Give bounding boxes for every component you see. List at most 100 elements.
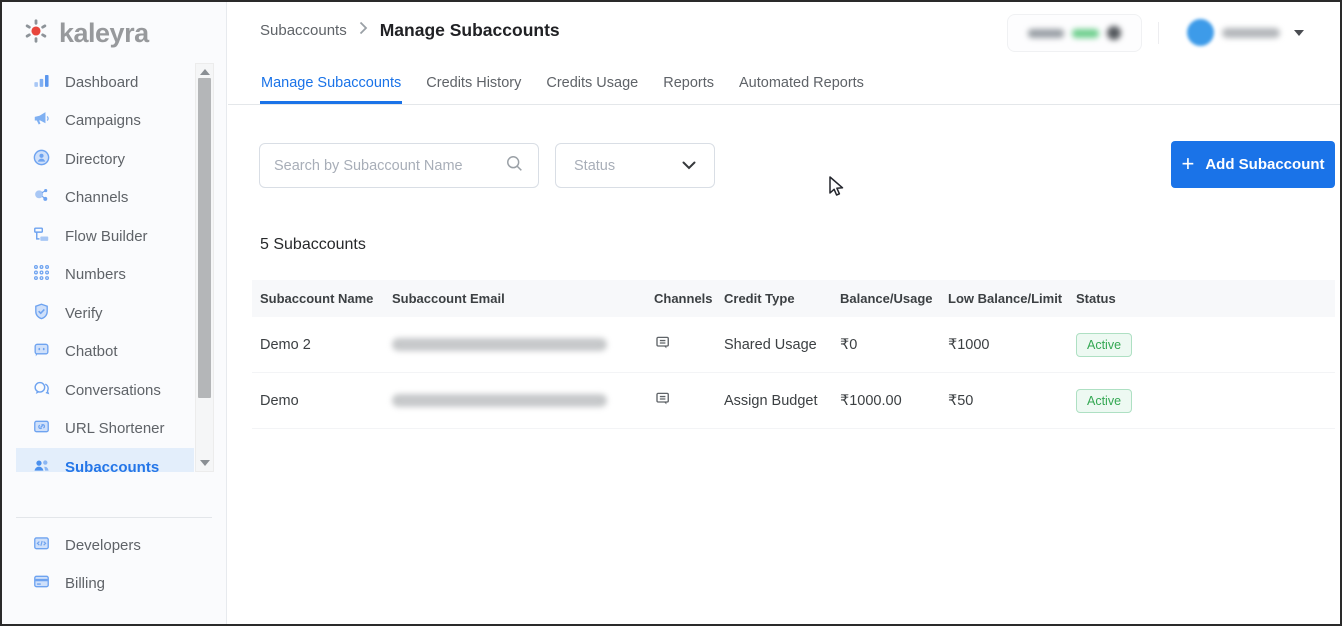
sidebar-item-conversations[interactable]: Conversations (2, 371, 227, 410)
channels-nodes-icon (32, 186, 51, 209)
breadcrumb-parent[interactable]: Subaccounts (260, 22, 347, 39)
table-row[interactable]: Demo 2 Shared Usage ₹0 ₹1000 Active (252, 317, 1335, 373)
shield-check-icon (32, 302, 51, 325)
balance-usage-cell: ₹1000.00 (840, 392, 902, 409)
kaleyra-logo-icon (22, 17, 50, 50)
chevron-down-icon (682, 157, 696, 175)
tab-automated-reports[interactable]: Automated Reports (738, 67, 865, 104)
sidebar: kaleyra Dashboard Campaigns Directory Ch… (2, 2, 227, 624)
column-header: Low Balance/Limit (948, 291, 1063, 306)
person-circle-icon (32, 148, 51, 171)
search-input[interactable] (274, 157, 497, 174)
code-icon (32, 534, 51, 557)
sidebar-item-label: Dashboard (65, 73, 139, 91)
search-input-wrapper[interactable] (259, 143, 539, 188)
column-header: Subaccount Email (392, 291, 505, 306)
message-square-icon[interactable] (654, 334, 672, 356)
sidebar-item-label: Billing (65, 575, 106, 593)
sidebar-item-label: Verify (65, 304, 103, 322)
account-separator (1158, 22, 1159, 44)
column-header: Balance/Usage (840, 291, 933, 306)
chevron-down-icon[interactable] (1294, 30, 1304, 36)
chat-bubbles-icon (32, 379, 51, 402)
redacted-info-icon (1107, 26, 1121, 40)
tab-credits-usage[interactable]: Credits Usage (545, 67, 639, 104)
sidebar-item-label: Numbers (65, 266, 126, 284)
usage-pill-content (1028, 26, 1121, 40)
brand-logo: kaleyra (2, 2, 226, 50)
sidebar-item-label: Directory (65, 150, 126, 168)
sidebar-item-flow-builder[interactable]: Flow Builder (2, 217, 227, 256)
sidebar-item-verify[interactable]: Verify (2, 294, 227, 333)
sidebar-item-subaccounts[interactable]: Subaccounts (16, 448, 194, 472)
megaphone-icon (32, 109, 51, 132)
subaccount-name-cell: Demo (260, 392, 299, 409)
sidebar-item-label: URL Shortener (65, 420, 165, 438)
column-header: Credit Type (724, 291, 795, 306)
redacted-email (392, 338, 607, 351)
avatar[interactable] (1187, 19, 1214, 46)
sidebar-item-dashboard[interactable]: Dashboard (2, 63, 227, 102)
table-row[interactable]: Demo Assign Budget ₹1000.00 ₹50 Active (252, 373, 1335, 429)
subaccount-count: 5 Subaccounts (260, 236, 366, 253)
sidebar-item-label: Conversations (65, 381, 161, 399)
subaccount-name-cell: Demo 2 (260, 336, 311, 353)
mouse-cursor (828, 176, 847, 204)
subaccounts-table: Subaccount Name Subaccount Email Channel… (252, 280, 1335, 429)
sidebar-scrollbar[interactable] (195, 63, 214, 472)
scrollbar-thumb[interactable] (198, 78, 211, 398)
balance-usage-cell: ₹0 (840, 336, 858, 353)
message-square-icon[interactable] (654, 390, 672, 412)
sidebar-item-campaigns[interactable]: Campaigns (2, 102, 227, 141)
app-window: kaleyra Dashboard Campaigns Directory Ch… (0, 0, 1342, 626)
status-badge: Active (1076, 388, 1133, 413)
sidebar-item-directory[interactable]: Directory (2, 140, 227, 179)
sidebar-item-billing[interactable]: Billing (2, 565, 195, 604)
status-badge: Active (1076, 332, 1133, 357)
sidebar-item-label: Flow Builder (65, 227, 148, 245)
add-subaccount-label: Add Subaccount (1205, 156, 1325, 173)
sidebar-item-label: Developers (65, 536, 141, 554)
people-icon (32, 456, 51, 472)
sidebar-item-numbers[interactable]: Numbers (2, 256, 227, 295)
scroll-down-arrow[interactable] (200, 460, 210, 466)
dots-grid-icon (32, 263, 51, 286)
bar-chart-icon (32, 71, 51, 94)
chatbot-icon (32, 340, 51, 363)
table-header-row: Subaccount Name Subaccount Email Channel… (252, 280, 1335, 317)
tab-credits-history[interactable]: Credits History (425, 67, 522, 104)
column-header: Subaccount Name (260, 291, 374, 306)
flow-builder-icon (32, 225, 51, 248)
breadcrumb: Subaccounts Manage Subaccounts (260, 20, 560, 41)
low-balance-cell: ₹1000 (948, 336, 990, 353)
status-filter-select[interactable]: Status (555, 143, 715, 188)
usage-pill-redacted[interactable] (1007, 14, 1142, 52)
tab-bar: Manage Subaccounts Credits History Credi… (260, 67, 865, 104)
sidebar-item-chatbot[interactable]: Chatbot (2, 333, 227, 372)
sidebar-item-label: Campaigns (65, 112, 141, 130)
sidebar-nav: Dashboard Campaigns Directory Channels F… (2, 63, 227, 472)
add-subaccount-button[interactable]: + Add Subaccount (1171, 141, 1335, 188)
sidebar-divider (16, 517, 212, 518)
redacted-usage-value (1072, 28, 1099, 38)
plus-icon: + (1181, 150, 1195, 176)
credit-type-cell: Shared Usage (724, 336, 817, 353)
sidebar-item-url-shortener[interactable]: URL Shortener (2, 410, 227, 449)
sidebar-item-channels[interactable]: Channels (2, 179, 227, 218)
chevron-right-icon (359, 21, 368, 40)
scroll-up-arrow[interactable] (200, 69, 210, 75)
page-title: Manage Subaccounts (379, 20, 560, 40)
link-card-icon (32, 417, 51, 440)
sidebar-item-label: Subaccounts (65, 458, 160, 472)
tab-manage-subaccounts[interactable]: Manage Subaccounts (260, 67, 403, 104)
low-balance-cell: ₹50 (948, 392, 974, 409)
sidebar-item-label: Chatbot (65, 343, 118, 361)
sidebar-item-developers[interactable]: Developers (2, 526, 195, 565)
column-header: Status (1076, 291, 1116, 306)
column-header: Channels (654, 291, 713, 306)
tab-reports[interactable]: Reports (662, 67, 715, 104)
redacted-user-name (1222, 28, 1280, 38)
main-area: Subaccounts Manage Subaccounts Manage Su… (228, 2, 1340, 624)
sidebar-item-label: Channels (65, 189, 129, 207)
brand-name: kaleyra (59, 18, 149, 48)
